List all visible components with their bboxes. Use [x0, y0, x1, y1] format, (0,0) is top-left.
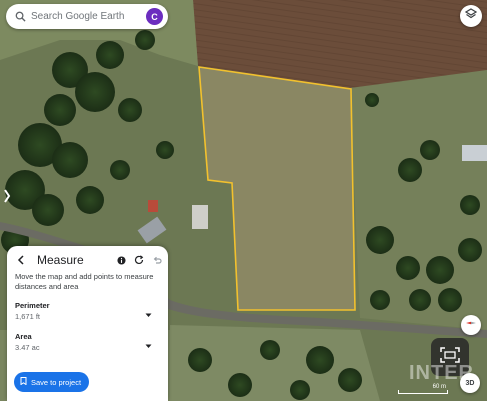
side-panel-handle[interactable] — [0, 183, 13, 213]
save-to-project-button[interactable]: Save to project — [14, 372, 90, 392]
scale-bar: 60 m — [398, 384, 448, 394]
compass-button[interactable] — [461, 315, 481, 335]
refresh-icon[interactable] — [134, 255, 144, 265]
area-row[interactable]: Area 3.47 ac — [7, 332, 168, 354]
view-mode-3d-button[interactable]: 3D — [460, 373, 480, 393]
measure-description: Move the map and add points to measure d… — [15, 272, 154, 291]
layers-button[interactable] — [460, 5, 482, 27]
info-icon[interactable] — [117, 255, 126, 265]
search-icon — [9, 11, 31, 22]
chevron-right-icon — [3, 188, 11, 209]
search-placeholder[interactable]: Search Google Earth — [31, 11, 146, 22]
search-bar[interactable]: Search Google Earth C — [6, 4, 168, 29]
measure-panel: Measure Move the map and add points to m… — [7, 246, 168, 401]
undo-icon[interactable] — [152, 255, 162, 265]
area-value: 3.47 ac — [15, 343, 40, 352]
compass-icon — [465, 316, 477, 334]
area-dropdown-icon[interactable] — [145, 336, 152, 354]
scale-line — [398, 390, 448, 394]
measure-header: Measure — [7, 246, 168, 274]
perimeter-label: Perimeter — [15, 301, 50, 310]
avatar[interactable]: C — [146, 8, 163, 25]
perimeter-dropdown-icon[interactable] — [145, 305, 152, 323]
save-to-project-label: Save to project — [31, 377, 82, 387]
arrow-left-icon[interactable] — [13, 252, 29, 268]
perimeter-row[interactable]: Perimeter 1,671 ft — [7, 301, 168, 323]
bookmark-icon — [20, 377, 27, 387]
measure-title: Measure — [37, 253, 84, 267]
layers-icon — [464, 7, 478, 25]
perimeter-value: 1,671 ft — [15, 312, 41, 321]
area-label: Area — [15, 332, 32, 341]
